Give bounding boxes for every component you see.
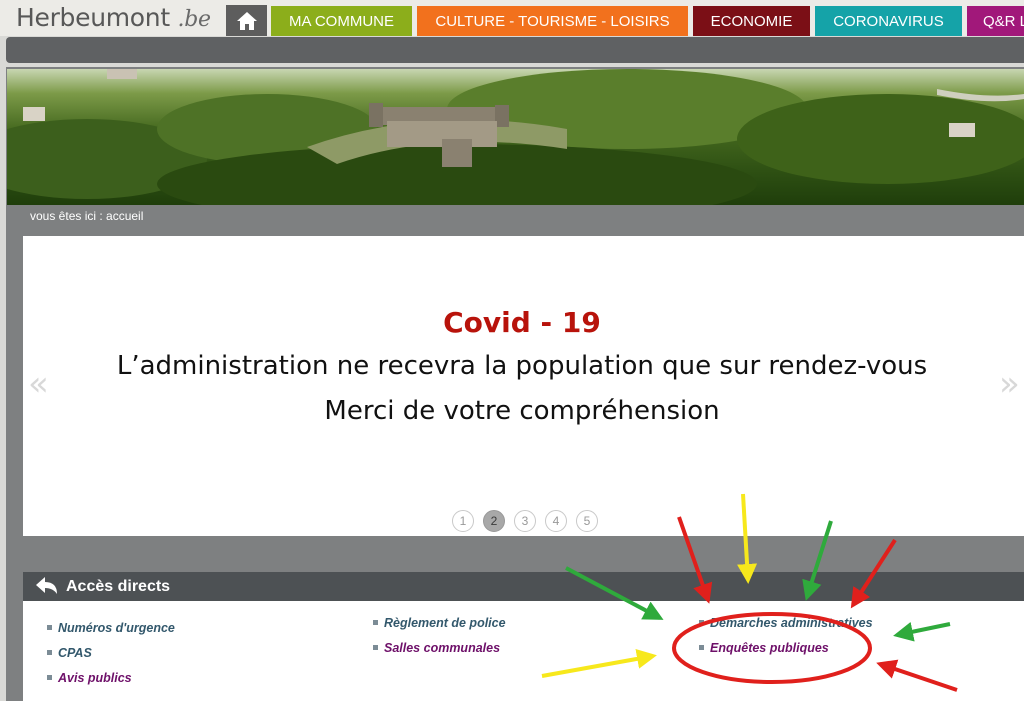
acces-directs-header: Accès directs [23, 572, 1024, 601]
slide-text-line-2: Merci de votre compréhension [324, 396, 720, 426]
breadcrumb: vous êtes ici : accueil [30, 209, 144, 223]
bullet-icon [699, 645, 704, 651]
link-label: CPAS [58, 646, 92, 660]
bullet-icon [47, 625, 52, 631]
bullet-icon [47, 650, 52, 656]
link-numeros-urgence[interactable]: Numéros d'urgence [47, 621, 175, 635]
home-button[interactable] [226, 5, 267, 36]
slide-page-1[interactable]: 1 [452, 510, 474, 532]
link-label: Démarches administratives [710, 616, 873, 630]
acces-directs-title: Accès directs [66, 578, 171, 595]
site-logo[interactable]: Herbeumont .be [16, 3, 211, 32]
tab-coronavirus[interactable]: CORONAVIRUS [815, 6, 962, 36]
tab-economie[interactable]: ECONOMIE [693, 6, 810, 36]
bullet-icon [699, 620, 704, 626]
slide-page-2[interactable]: 2 [483, 510, 505, 532]
next-slide-arrow-icon[interactable]: » [999, 364, 1020, 404]
link-label: Avis publics [58, 671, 132, 685]
slide-page-3[interactable]: 3 [514, 510, 536, 532]
link-enquetes-publiques[interactable]: Enquêtes publiques [699, 641, 829, 655]
slide-page-5[interactable]: 5 [576, 510, 598, 532]
link-salles-communales[interactable]: Salles communales [373, 641, 500, 655]
slide-text-line-1: L’administration ne recevra la populatio… [116, 351, 928, 381]
link-label: Salles communales [384, 641, 501, 655]
link-demarches-administratives[interactable]: Démarches administratives [699, 616, 873, 630]
link-label: Numéros d'urgence [58, 621, 175, 635]
logo-extension: .be [177, 7, 212, 32]
bullet-icon [47, 675, 52, 681]
bullet-icon [373, 645, 378, 651]
link-label: Règlement de police [384, 616, 506, 630]
bullet-icon [373, 620, 378, 626]
slide-title: Covid - 19 [443, 306, 601, 339]
tab-culture-tourisme-loisirs[interactable]: CULTURE - TOURISME - LOISIRS [417, 6, 688, 36]
sub-navigation-bar [6, 37, 1024, 63]
link-reglement-police[interactable]: Règlement de police [373, 616, 506, 630]
curved-arrow-icon [36, 577, 57, 594]
logo-name: Herbeumont [16, 3, 170, 32]
previous-slide-arrow-icon[interactable]: « [28, 364, 49, 404]
link-avis-publics[interactable]: Avis publics [47, 671, 132, 685]
acces-directs-panel [23, 601, 1024, 701]
link-label: Enquêtes publiques [710, 641, 829, 655]
link-cpas[interactable]: CPAS [47, 646, 92, 660]
news-slider: Covid - 19 L’administration ne recevra l… [23, 236, 1024, 536]
banner-photo [7, 69, 1024, 205]
slide-page-4[interactable]: 4 [545, 510, 567, 532]
home-icon [236, 11, 257, 30]
tab-ma-commune[interactable]: MA COMMUNE [271, 6, 412, 36]
tab-questions-reponses[interactable]: Q&R L [967, 6, 1024, 36]
